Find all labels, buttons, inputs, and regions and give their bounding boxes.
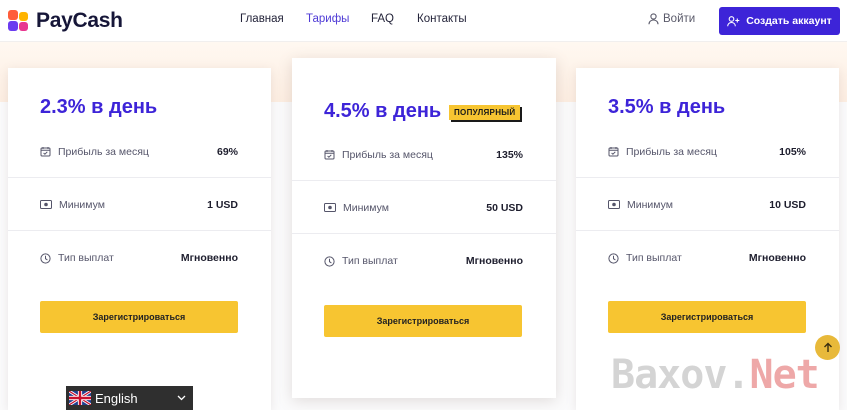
nav-item-home[interactable]: Главная xyxy=(240,13,284,25)
row-label: Минимум xyxy=(627,198,673,211)
cash-icon xyxy=(608,200,620,209)
row-value: 50 USD xyxy=(486,201,523,214)
create-account-label: Создать аккаунт xyxy=(746,15,832,27)
watermark-main: Baxov. xyxy=(611,352,750,398)
language-selector[interactable]: English xyxy=(66,386,193,410)
create-account-button[interactable]: Создать аккаунт xyxy=(719,7,840,35)
clock-icon xyxy=(608,252,619,264)
login-label: Войти xyxy=(663,13,696,25)
cash-icon xyxy=(40,200,52,209)
row-value: 135% xyxy=(496,148,523,161)
plan-row-payout-type: Тип выплат Мгновенно xyxy=(292,235,556,287)
plan-row-minimum: Минимум 10 USD xyxy=(576,179,839,231)
plan-row-minimum: Минимум 50 USD xyxy=(292,182,556,234)
arrow-up-icon xyxy=(823,342,832,352)
login-link[interactable]: Войти xyxy=(648,13,695,25)
plan-row-minimum: Минимум 1 USD xyxy=(8,179,271,231)
language-label: English xyxy=(95,390,138,406)
row-label: Тип выплат xyxy=(626,252,682,264)
calendar-check-icon xyxy=(608,146,619,157)
register-button[interactable]: Зарегистрироваться xyxy=(608,301,806,333)
plan-row-profit: Прибыль за месяц 105% xyxy=(576,126,839,178)
user-plus-icon xyxy=(727,15,740,26)
row-value: 105% xyxy=(779,145,806,158)
row-label: Минимум xyxy=(59,198,105,211)
row-label: Тип выплат xyxy=(58,252,114,264)
row-label: Прибыль за месяц xyxy=(58,145,149,158)
register-button[interactable]: Зарегистрироваться xyxy=(40,301,238,333)
row-label: Минимум xyxy=(343,201,389,214)
plan-price: 4.5% в день xyxy=(324,100,442,122)
clock-icon xyxy=(324,255,335,267)
row-label: Тип выплат xyxy=(342,255,398,267)
register-button[interactable]: Зарегистрироваться xyxy=(324,305,522,337)
watermark: Baxov.Net xyxy=(611,352,820,398)
row-value: Мгновенно xyxy=(180,252,238,264)
popular-badge: ПОПУЛЯРНЫЙ xyxy=(449,105,521,120)
scroll-to-top-button[interactable] xyxy=(815,335,840,360)
user-icon xyxy=(648,13,659,25)
row-value: 69% xyxy=(216,145,238,158)
logo-mark-icon xyxy=(8,10,30,32)
nav-item-contacts[interactable]: Контакты xyxy=(417,13,467,25)
plan-row-profit: Прибыль за месяц 135% xyxy=(292,129,556,181)
row-label: Прибыль за месяц xyxy=(342,148,433,161)
calendar-check-icon xyxy=(324,149,335,160)
site-header: PayCash Главная Тарифы FAQ Контакты Войт… xyxy=(0,0,847,42)
cash-icon xyxy=(324,203,336,212)
plan-row-payout-type: Тип выплат Мгновенно xyxy=(576,232,839,284)
calendar-check-icon xyxy=(40,146,51,157)
plan-card-1: 2.3% в день Прибыль за месяц 69% Минимум… xyxy=(8,68,271,410)
plan-card-2: 4.5% в день ПОПУЛЯРНЫЙ Прибыль за месяц … xyxy=(292,58,556,398)
row-value: 1 USD xyxy=(207,198,238,211)
watermark-accent: Net xyxy=(749,352,820,398)
uk-flag-icon xyxy=(69,391,91,405)
plan-price: 3.5% в день xyxy=(608,96,726,118)
row-value: Мгновенно xyxy=(465,255,523,267)
chevron-down-icon xyxy=(177,395,186,401)
brand-logo[interactable]: PayCash xyxy=(8,8,123,34)
brand-name: PayCash xyxy=(36,9,123,32)
clock-icon xyxy=(40,252,51,264)
plan-row-payout-type: Тип выплат Мгновенно xyxy=(8,232,271,284)
row-label: Прибыль за месяц xyxy=(626,145,717,158)
plan-price: 2.3% в день xyxy=(40,96,158,118)
nav-item-tariffs[interactable]: Тарифы xyxy=(306,13,349,25)
row-value: 10 USD xyxy=(769,198,806,211)
row-value: Мгновенно xyxy=(748,252,806,264)
nav-item-faq[interactable]: FAQ xyxy=(371,13,394,25)
plan-row-profit: Прибыль за месяц 69% xyxy=(8,126,271,178)
